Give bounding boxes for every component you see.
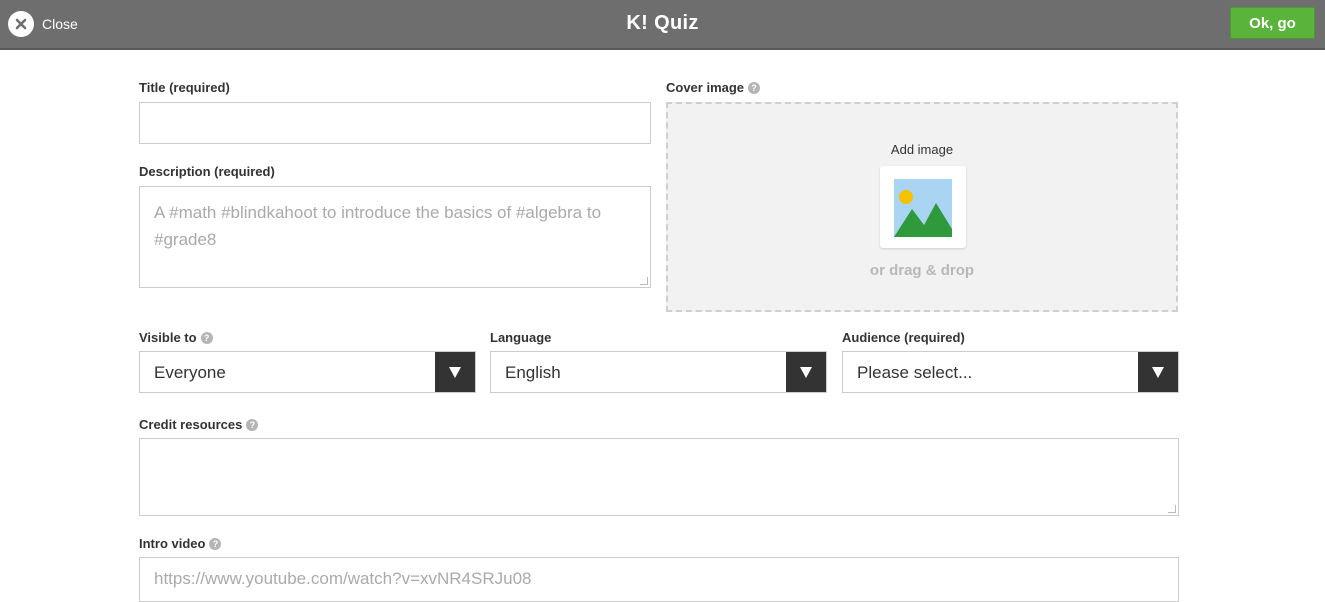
image-placeholder-icon — [894, 179, 952, 237]
help-icon[interactable]: ? — [748, 81, 761, 94]
help-icon[interactable]: ? — [209, 537, 222, 550]
dropdown-arrow-icon[interactable] — [1138, 352, 1178, 392]
dropdown-arrow-icon[interactable] — [435, 352, 475, 392]
visible-to-label-text: Visible to — [139, 330, 197, 345]
description-label: Description (required) — [139, 164, 275, 179]
add-image-button[interactable] — [880, 166, 966, 248]
audience-value: Please select... — [857, 363, 973, 382]
audience-label: Audience (required) — [842, 330, 965, 345]
intro-video-input[interactable]: https://www.youtube.com/watch?v=xvNR4SRJ… — [139, 557, 1179, 602]
intro-video-label-text: Intro video — [139, 536, 206, 551]
intro-video-placeholder: https://www.youtube.com/watch?v=xvNR4SRJ… — [154, 569, 532, 588]
description-textarea[interactable]: A #math #blindkahoot to introduce the ba… — [139, 186, 651, 288]
help-icon[interactable]: ? — [200, 331, 213, 344]
top-bar: Close K! Quiz Ok, go — [0, 0, 1325, 50]
visible-to-label: Visible to? — [139, 330, 213, 345]
ok-go-button[interactable]: Ok, go — [1230, 7, 1315, 39]
credit-resources-textarea[interactable] — [139, 438, 1179, 516]
resize-grip-icon[interactable] — [1168, 505, 1176, 513]
language-select[interactable]: English — [490, 351, 827, 393]
language-value: English — [505, 363, 561, 382]
title-label-text: Title (required) — [139, 80, 230, 95]
audience-select[interactable]: Please select... — [842, 351, 1179, 393]
page-title: K! Quiz — [0, 12, 1325, 35]
cover-image-label: Cover image? — [666, 80, 761, 95]
language-label: Language — [490, 330, 551, 345]
drag-drop-label: or drag & drop — [869, 262, 975, 279]
resize-grip-icon[interactable] — [640, 277, 648, 285]
description-label-text: Description (required) — [139, 164, 275, 179]
visible-to-value: Everyone — [154, 363, 226, 382]
cover-image-dropzone[interactable]: Add image or drag & drop — [666, 102, 1178, 312]
kahoot-logo: K! — [626, 12, 649, 34]
help-icon[interactable]: ? — [246, 418, 259, 431]
title-input[interactable] — [139, 102, 651, 144]
visible-to-select[interactable]: Everyone — [139, 351, 476, 393]
audience-label-text: Audience (required) — [842, 330, 965, 345]
dropdown-arrow-icon[interactable] — [786, 352, 826, 392]
cover-image-label-text: Cover image — [666, 80, 745, 95]
intro-video-label: Intro video? — [139, 536, 222, 551]
description-placeholder: A #math #blindkahoot to introduce the ba… — [154, 203, 602, 249]
page-title-text: Quiz — [654, 12, 699, 34]
credit-resources-label-text: Credit resources — [139, 417, 243, 432]
title-label: Title (required) — [139, 80, 230, 95]
language-label-text: Language — [490, 330, 552, 345]
add-image-label: Add image — [890, 142, 954, 157]
credit-resources-label: Credit resources? — [139, 417, 259, 432]
